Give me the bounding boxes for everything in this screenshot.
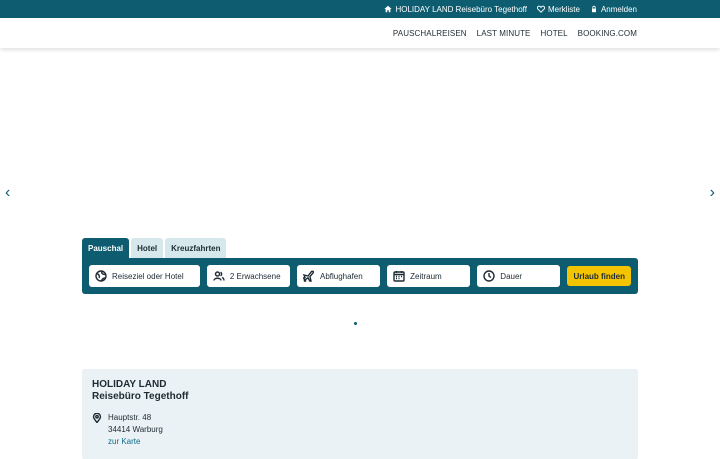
destination-input[interactable]: Reiseziel oder Hotel bbox=[89, 265, 200, 287]
duration-placeholder: Dauer bbox=[500, 271, 523, 281]
agency-name-line2: Reisebüro Tegethoff bbox=[92, 391, 189, 402]
airport-placeholder: Abflughafen bbox=[319, 271, 363, 281]
search-bar: Reiseziel oder Hotel 2 Erwachsene Abflug… bbox=[82, 258, 638, 294]
location-pin-icon bbox=[92, 413, 102, 423]
travellers-select[interactable]: 2 Erwachsene bbox=[206, 265, 290, 287]
carousel-next-icon[interactable]: › bbox=[710, 185, 715, 201]
carousel-indicator[interactable] bbox=[354, 322, 357, 325]
search-tabs: Pauschal Hotel Kreuzfahrten bbox=[82, 238, 227, 258]
top-bar: HOLIDAY LAND Reisebüro Tegethoff Merklis… bbox=[0, 0, 720, 18]
clock-icon bbox=[483, 270, 495, 282]
tab-hotel[interactable]: Hotel bbox=[131, 238, 164, 258]
agency-address: Hauptstr. 48 34414 Warburg zur Karte bbox=[92, 412, 628, 448]
login-label: Anmelden bbox=[600, 4, 637, 14]
map-link[interactable]: zur Karte bbox=[108, 436, 163, 448]
nav-pauschalreisen[interactable]: PAUSCHALREISEN bbox=[393, 29, 467, 38]
agency-street: Hauptstr. 48 bbox=[108, 413, 152, 422]
agency-info-panel: HOLIDAY LAND Reisebüro Tegethoff Hauptst… bbox=[82, 369, 638, 459]
carousel-prev-icon[interactable]: ‹ bbox=[5, 185, 10, 201]
nav-hotel[interactable]: HOTEL bbox=[541, 29, 568, 38]
agency-name-line1: HOLIDAY LAND bbox=[92, 379, 167, 390]
period-placeholder: Zeitraum bbox=[410, 271, 442, 281]
wishlist-link[interactable]: Merkliste bbox=[536, 4, 580, 14]
agency-link-label: HOLIDAY LAND Reisebüro Tegethoff bbox=[395, 4, 527, 14]
main-nav: PAUSCHALREISEN LAST MINUTE HOTEL BOOKING… bbox=[0, 18, 720, 48]
duration-select[interactable]: Dauer bbox=[477, 265, 561, 287]
wishlist-label: Merkliste bbox=[547, 4, 580, 14]
agency-city: 34414 Warburg bbox=[108, 425, 163, 434]
heart-icon bbox=[536, 5, 545, 13]
destination-placeholder: Reiseziel oder Hotel bbox=[112, 271, 184, 281]
calendar-icon bbox=[393, 271, 405, 282]
tab-kreuzfahrten[interactable]: Kreuzfahrten bbox=[165, 238, 227, 258]
globe-icon bbox=[95, 270, 107, 282]
agency-link[interactable]: HOLIDAY LAND Reisebüro Tegethoff bbox=[384, 4, 527, 14]
tab-pauschal[interactable]: Pauschal bbox=[82, 238, 130, 258]
airport-select[interactable]: Abflughafen bbox=[296, 265, 381, 287]
login-link[interactable]: Anmelden bbox=[590, 5, 637, 14]
nav-booking[interactable]: BOOKING.COM bbox=[578, 29, 637, 38]
period-select[interactable]: Zeitraum bbox=[387, 265, 471, 287]
nav-last-minute[interactable]: LAST MINUTE bbox=[477, 29, 531, 38]
search-submit-button[interactable]: Urlaub finden bbox=[567, 266, 632, 286]
travellers-value: 2 Erwachsene bbox=[229, 271, 281, 281]
plane-icon bbox=[302, 270, 315, 282]
home-icon bbox=[384, 5, 393, 13]
users-icon bbox=[213, 271, 225, 281]
lock-icon bbox=[591, 5, 596, 13]
